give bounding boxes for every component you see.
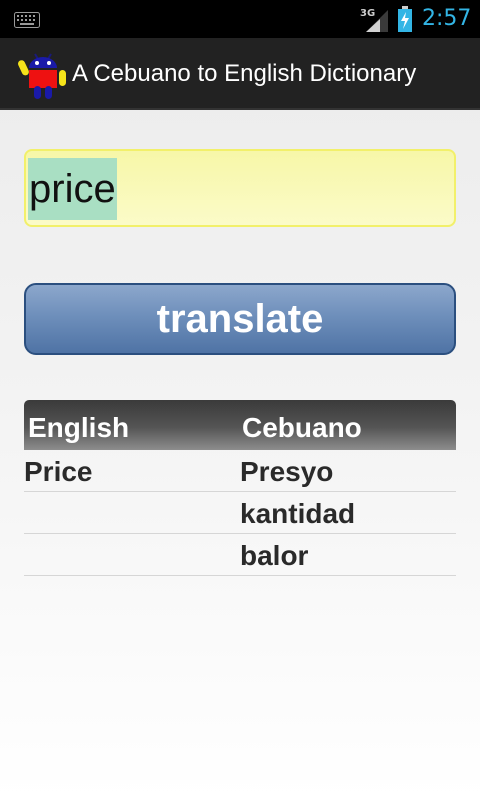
battery-charging-icon (398, 6, 412, 32)
signal-icon: 3G (360, 8, 388, 32)
clock: 2:57 (422, 6, 472, 31)
network-type-label: 3G (360, 8, 375, 19)
cell-english: Price (24, 456, 93, 487)
table-header: English Cebuano (24, 400, 456, 450)
cell-cebuano: Presyo (240, 456, 334, 487)
table-row: kantidad (24, 492, 456, 534)
table-row: Price Presyo (24, 450, 456, 492)
app-title: A Cebuano to English Dictionary (72, 60, 417, 87)
search-input[interactable]: price (24, 149, 456, 227)
cell-cebuano: kantidad (240, 498, 356, 529)
column-header-cebuano: Cebuano (242, 412, 362, 443)
results-table: English Cebuano Price Presyo kantidad ba… (24, 400, 456, 576)
cell-cebuano: balor (240, 540, 309, 571)
keyboard-icon (14, 12, 40, 28)
status-bar: 3G 2:57 (0, 0, 480, 38)
android-app-icon (18, 53, 66, 99)
action-bar: A Cebuano to English Dictionary (0, 38, 480, 110)
search-input-value[interactable]: price (28, 158, 117, 220)
translate-button[interactable]: translate (24, 283, 456, 355)
column-header-english: English (28, 412, 130, 443)
table-row: balor (24, 534, 456, 576)
